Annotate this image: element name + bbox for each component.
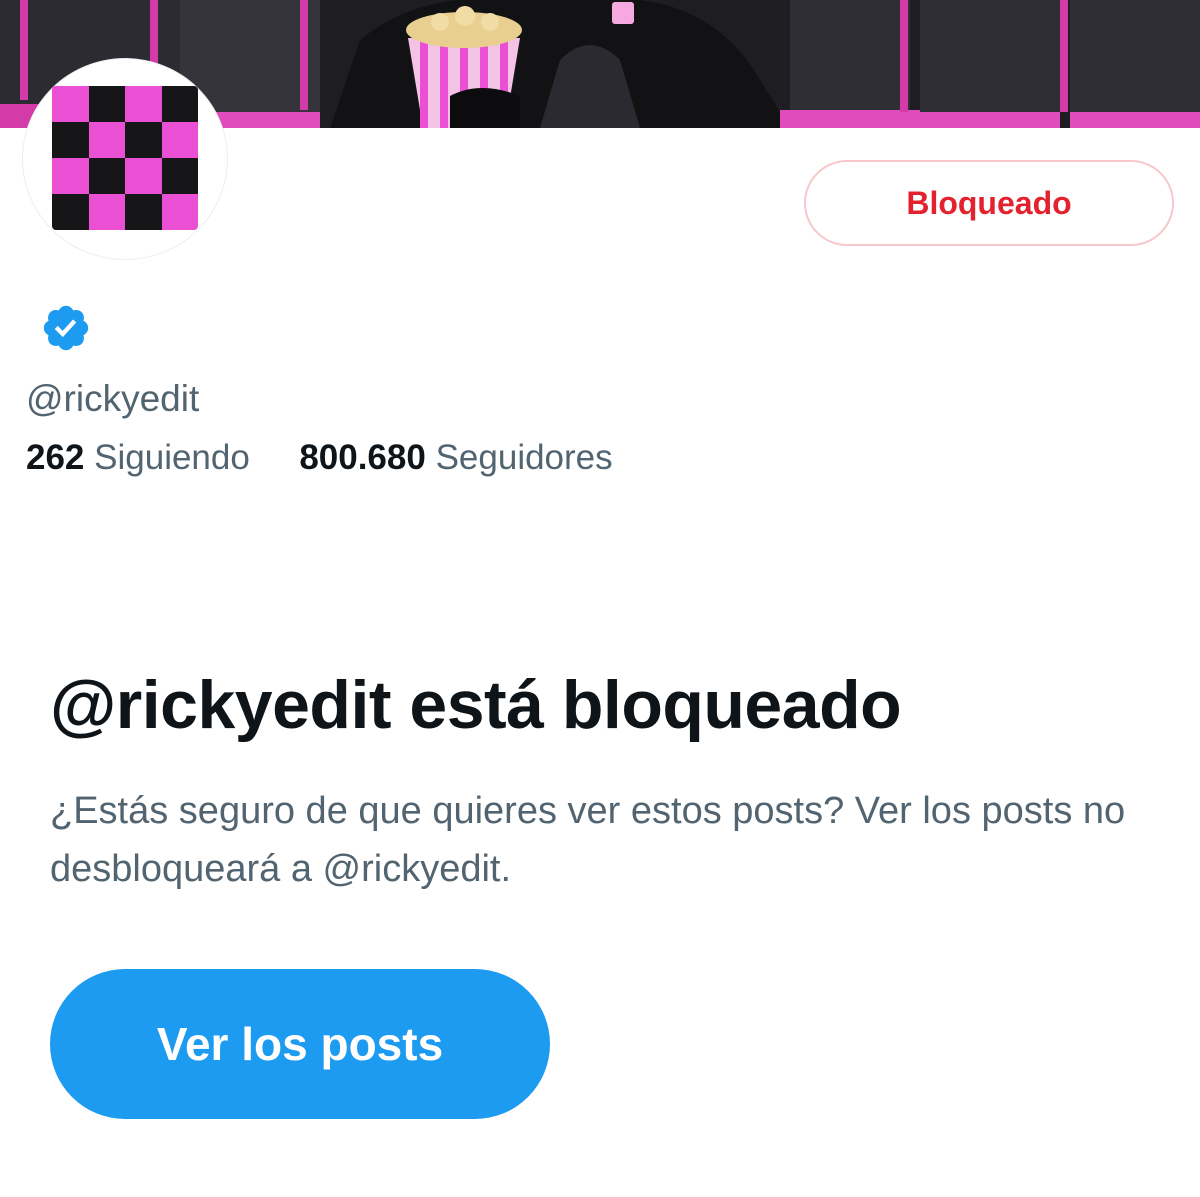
following-link[interactable]: 262 Siguiendo [26,438,260,477]
following-count: 262 [26,438,85,477]
avatar-tile [88,158,125,194]
view-posts-button[interactable]: Ver los posts [50,969,550,1119]
avatar-tile [161,122,198,158]
following-label: Siguiendo [94,438,250,477]
avatar-tile [52,122,89,158]
avatar-tile [125,122,162,158]
avatar-tile [125,86,162,122]
profile-page: Bloqueado @rickyedit 262 Siguiendo 800.6… [0,0,1200,1197]
blocked-button[interactable]: Bloqueado [804,160,1174,246]
avatar[interactable] [52,86,198,230]
blocked-title: @rickyedit está bloqueado [50,667,902,743]
profile-stats: 262 Siguiendo 800.680 Seguidores [26,438,613,478]
followers-link[interactable]: 800.680 Seguidores [299,438,612,477]
avatar-tile [161,158,198,194]
followers-label: Seguidores [435,438,613,477]
blocked-description: ¿Estás seguro de que quieres ver estos p… [50,790,1126,890]
avatar-tile [52,194,89,230]
followers-count: 800.680 [299,438,426,477]
avatar-tile [125,194,162,230]
avatar-tile [52,158,89,194]
profile-handle: @rickyedit [26,378,200,419]
avatar-tile [52,86,89,122]
avatar-tile [125,158,162,194]
avatar-tile [88,122,125,158]
avatar-tile [161,194,198,230]
verified-badge-icon[interactable] [40,302,92,354]
avatar-tile [161,86,198,122]
avatar-tile [88,86,125,122]
avatar-tile [88,194,125,230]
